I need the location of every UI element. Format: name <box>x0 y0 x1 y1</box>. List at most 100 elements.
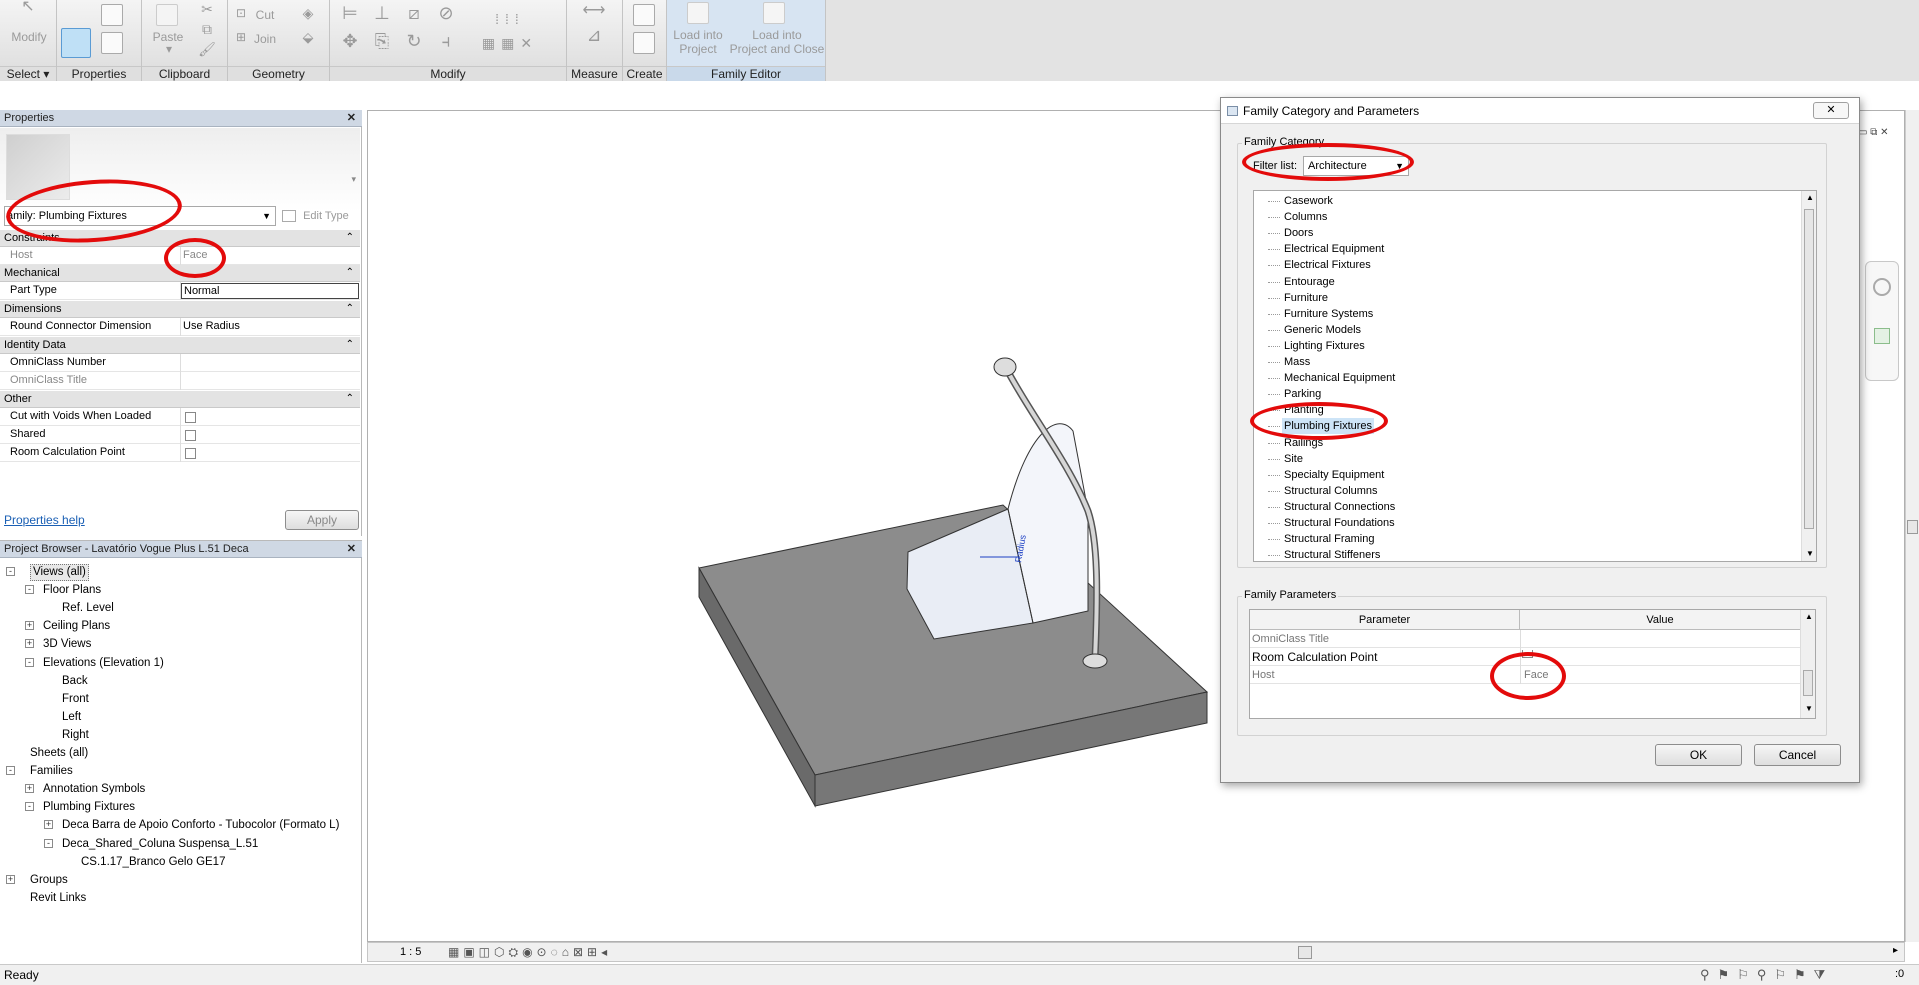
category-item[interactable]: Mechanical Equipment <box>1284 370 1395 386</box>
category-item[interactable]: Structural Framing <box>1284 531 1374 547</box>
chevron-down-icon[interactable]: ▼ <box>262 207 271 225</box>
collapse-icon[interactable]: - <box>25 802 34 812</box>
category-item[interactable]: Doors <box>1284 225 1313 241</box>
collapse-icon[interactable]: ⌃ <box>346 391 354 407</box>
parameters-scrollbar[interactable]: ▲ ▼ <box>1800 610 1815 718</box>
vertical-scrollbar[interactable] <box>1905 110 1919 942</box>
split-face-icon[interactable]: ◈ <box>296 6 320 20</box>
apply-button[interactable]: Apply <box>285 510 359 530</box>
category-list-scrollbar[interactable]: ▲ ▼ <box>1801 191 1816 561</box>
expand-icon[interactable]: + <box>25 639 34 649</box>
checkbox[interactable] <box>185 412 196 423</box>
category-item[interactable]: Parking <box>1284 386 1321 402</box>
properties-help-link[interactable]: Properties help <box>4 513 85 527</box>
category-item[interactable]: Specialty Equipment <box>1284 467 1384 483</box>
collapse-icon[interactable]: - <box>25 585 34 595</box>
category-item[interactable]: Furniture Systems <box>1284 306 1373 322</box>
copy-icon[interactable]: ⧉ <box>197 22 217 36</box>
category-item[interactable]: Structural Stiffeners <box>1284 547 1380 561</box>
expand-icon[interactable]: + <box>25 784 34 794</box>
copy-element-icon[interactable]: ⎘ <box>370 32 394 50</box>
col-parameter[interactable]: Parameter <box>1250 610 1520 630</box>
view-control-icons[interactable]: ▦▣◫⬡⛭◉⊙◌⌂⊠⊞◂ <box>448 945 611 960</box>
cut-icon[interactable]: ✂ <box>197 2 217 16</box>
pin-delete-icons[interactable]: ▦▦✕ <box>470 36 550 50</box>
properties-icon[interactable] <box>61 28 91 58</box>
collapse-icon[interactable]: - <box>6 567 15 576</box>
measure-distance-icon[interactable]: ⟷ <box>573 3 615 19</box>
selection-filter-icons[interactable]: ⚲⚑⚐⚲⚐⚑⧩ <box>1700 967 1833 983</box>
scroll-down-icon[interactable]: ▼ <box>1806 549 1814 558</box>
category-item[interactable]: Electrical Equipment <box>1284 241 1384 257</box>
param-scroll-thumb[interactable] <box>1803 670 1813 696</box>
collapse-icon[interactable]: ⌃ <box>346 337 354 353</box>
aligned-dimension-icon[interactable]: ⊿ <box>573 26 615 44</box>
category-item[interactable]: Structural Foundations <box>1284 515 1395 531</box>
join-geometry-label[interactable]: Join <box>248 32 282 46</box>
create-similar-icon[interactable] <box>633 4 655 26</box>
vertical-scroll-thumb[interactable] <box>1907 520 1918 534</box>
category-scroll-thumb[interactable] <box>1804 209 1814 529</box>
category-item[interactable]: Structural Columns <box>1284 483 1378 499</box>
paint-icon[interactable]: ⬙ <box>296 30 320 44</box>
collapse-icon[interactable]: ⌃ <box>346 301 354 317</box>
collapse-icon[interactable]: - <box>6 766 15 776</box>
cancel-button[interactable]: Cancel <box>1754 744 1841 766</box>
steering-wheel-icon[interactable] <box>1873 278 1891 296</box>
category-item[interactable]: Structural Connections <box>1284 499 1395 515</box>
modify-button-label[interactable]: Modify <box>6 30 52 44</box>
scroll-down-icon[interactable]: ▼ <box>1805 704 1813 713</box>
paste-icon[interactable] <box>156 4 178 26</box>
collapse-icon[interactable]: ⌃ <box>346 230 354 246</box>
close-icon[interactable]: ✕ <box>347 541 356 557</box>
expand-icon[interactable]: + <box>6 874 15 884</box>
family-types-icon[interactable] <box>101 32 123 54</box>
close-icon[interactable]: ✕ <box>1813 102 1849 119</box>
scroll-up-icon[interactable]: ▲ <box>1805 612 1813 621</box>
navigation-bar[interactable] <box>1865 261 1899 381</box>
category-item[interactable]: Columns <box>1284 209 1327 225</box>
offset-icon[interactable]: ⊥ <box>370 4 394 22</box>
close-icon[interactable]: ✕ <box>347 110 356 126</box>
scroll-right-icon[interactable]: ▸ <box>1893 945 1898 956</box>
rotate-icon[interactable]: ↻ <box>402 32 426 50</box>
category-item[interactable]: Furniture <box>1284 290 1328 306</box>
collapse-icon[interactable]: ⌃ <box>346 265 354 281</box>
expand-icon[interactable]: + <box>44 820 53 830</box>
cope-icon[interactable]: ⊡ <box>234 6 248 20</box>
load-into-project-label[interactable]: Load into Project <box>667 28 729 56</box>
array-scale-icons[interactable]: ⁞⁞⁞ <box>470 12 550 26</box>
join-icon[interactable]: ⊞ <box>234 30 248 44</box>
prop-value[interactable]: Use Radius <box>183 320 240 332</box>
category-identity-data[interactable]: Identity Data ⌃ <box>0 337 360 354</box>
expand-icon[interactable]: + <box>25 621 34 631</box>
category-dimensions[interactable]: Dimensions ⌃ <box>0 301 360 318</box>
category-item[interactable]: Generic Models <box>1284 322 1361 338</box>
col-value[interactable]: Value <box>1520 610 1800 630</box>
ok-button[interactable]: OK <box>1655 744 1742 766</box>
load-into-project-close-icon[interactable] <box>763 2 785 24</box>
view-window-controls[interactable]: ▭ ⧉ ✕ <box>1858 127 1898 141</box>
mirror-pick-icon[interactable]: ⧄ <box>402 4 426 22</box>
trim-icon[interactable]: ⫞ <box>434 32 458 50</box>
ribbon-group-label-select[interactable]: Select ▾ <box>0 66 56 81</box>
category-other[interactable]: Other ⌃ <box>0 391 360 408</box>
category-list[interactable]: Casework Columns Doors Electrical Equipment… <box>1253 190 1817 562</box>
modify-arrow-icon[interactable]: ↖ <box>8 0 48 15</box>
category-item[interactable]: Entourage <box>1284 274 1335 290</box>
chevron-down-icon[interactable]: ▾ <box>351 174 356 185</box>
category-item[interactable]: Electrical Fixtures <box>1284 257 1371 273</box>
category-item[interactable]: Lighting Fixtures <box>1284 338 1365 354</box>
view-scale[interactable]: 1 : 5 <box>400 946 421 958</box>
collapse-icon[interactable]: - <box>44 838 53 848</box>
mirror-draw-icon[interactable]: ⊘ <box>434 4 458 22</box>
scroll-up-icon[interactable]: ▲ <box>1806 193 1814 202</box>
category-item[interactable]: Mass <box>1284 354 1310 370</box>
load-into-project-icon[interactable] <box>687 2 709 24</box>
part-type-field[interactable]: Normal <box>181 283 359 299</box>
category-item[interactable]: Casework <box>1284 193 1333 209</box>
horizontal-scroll-thumb[interactable] <box>1298 946 1312 959</box>
align-icon[interactable]: ⊨ <box>338 4 362 22</box>
edit-type-button[interactable]: Edit Type <box>282 207 358 225</box>
checkbox[interactable] <box>185 448 196 459</box>
